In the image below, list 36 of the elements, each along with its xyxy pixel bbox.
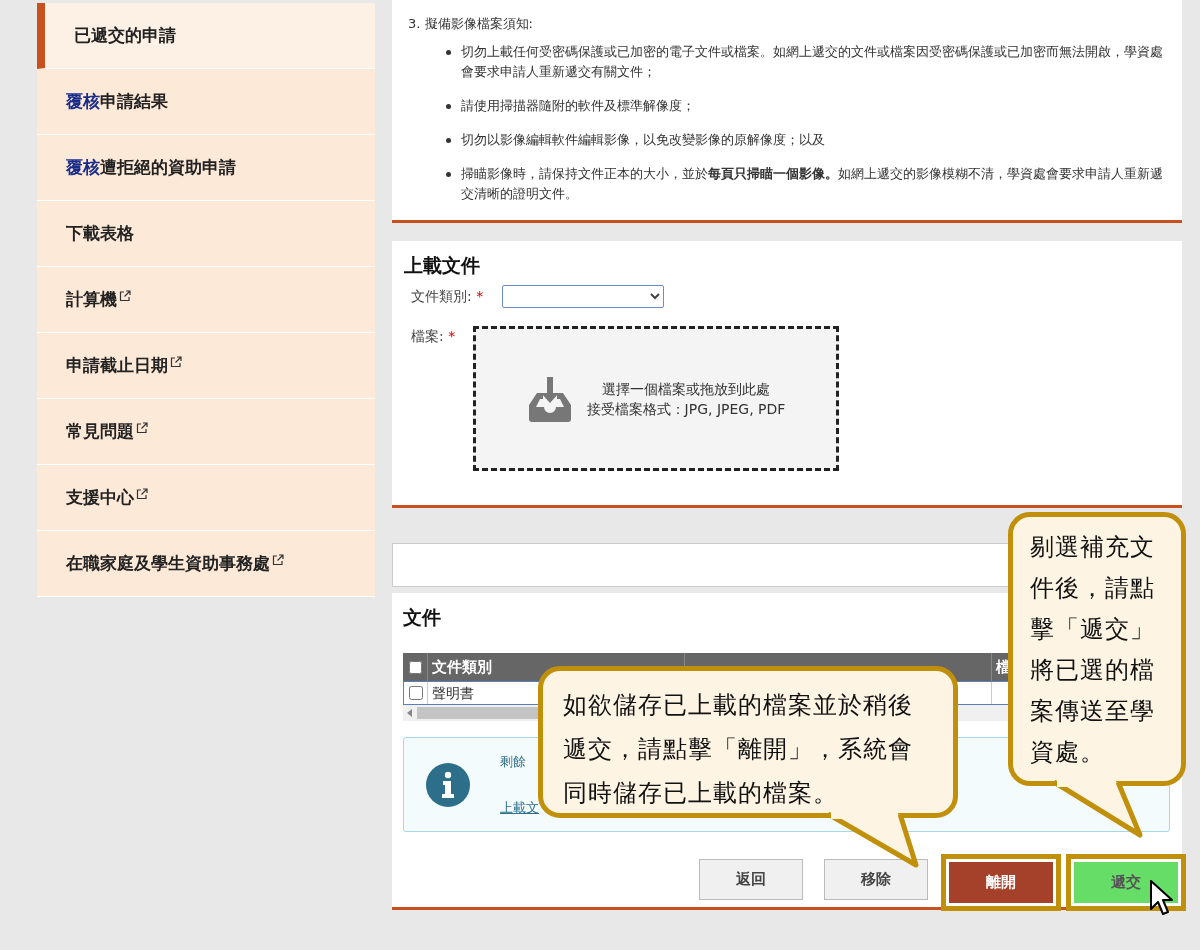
- section-title: 上載文件: [404, 252, 481, 278]
- download-tray-icon: [526, 374, 573, 423]
- sidebar-item[interactable]: 在職家庭及學生資助事務處: [37, 531, 375, 597]
- action-button[interactable]: 移除: [824, 858, 928, 900]
- file-drop-zone[interactable]: 選擇一個檔案或拖放到此處 接受檔案格式：JPG, JPEG, PDF: [473, 326, 839, 471]
- info-text: 剩餘: [500, 752, 527, 771]
- sidebar-item[interactable]: 覆核申請結果: [37, 69, 375, 135]
- row-checkbox[interactable]: [408, 686, 423, 700]
- sidebar-item[interactable]: 常見問題: [37, 399, 375, 465]
- notice-text: 切勿上載任何受密碼保護或已加密的電子文件或檔案。如網上遞交的文件或檔案因受密碼保護或已加密而無法開啟，學資處會要求申請人重新遞交有關文件；: [461, 42, 1164, 81]
- notice-text: 掃瞄影像時，請保持文件正本的大小，並於每頁只掃瞄一個影像。如網上遞交的影像模糊不清，學資處會要求申請人重新遞交清晰的證明文件。: [461, 164, 1164, 203]
- bullet-icon: [446, 171, 451, 177]
- drop-zone-text: 接受檔案格式：JPG, JPEG, PDF: [586, 399, 786, 419]
- bullet-icon: [446, 49, 451, 55]
- sidebar-item[interactable]: 支援中心: [37, 465, 375, 531]
- action-button[interactable]: 離開: [949, 861, 1053, 903]
- sidebar-item[interactable]: 申請截止日期: [37, 333, 375, 399]
- field-label: 文件類別: *: [411, 287, 485, 306]
- scrollbar-thumb[interactable]: [417, 707, 539, 719]
- notice-text: 請使用掃描器隨附的軟件及標準解像度；: [461, 96, 695, 115]
- sidebar-item[interactable]: 下載表格: [37, 201, 375, 267]
- select-all-checkbox[interactable]: [408, 660, 422, 674]
- bullet-icon: [446, 137, 451, 143]
- section-title: 文件: [403, 604, 441, 630]
- info-text: 上載文: [500, 799, 539, 817]
- notice-heading: 3. 擬備影像檔案須知:: [408, 15, 534, 33]
- sidebar-item[interactable]: 已遞交的申請: [37, 3, 375, 69]
- sidebar-item[interactable]: 計算機: [37, 267, 375, 333]
- info-icon: [426, 762, 470, 807]
- sidebar-item[interactable]: 覆核遭拒絕的資助申請: [37, 135, 375, 201]
- document-type-select[interactable]: [502, 285, 664, 308]
- field-label: 檔案: *: [411, 327, 457, 346]
- notice-text: 切勿以影像編輯軟件編輯影像，以免改變影像的原解像度；以及: [461, 130, 825, 149]
- drop-zone-text: 選擇一個檔案或拖放到此處: [602, 379, 770, 399]
- bullet-icon: [446, 103, 451, 109]
- action-button[interactable]: 返回: [699, 858, 803, 900]
